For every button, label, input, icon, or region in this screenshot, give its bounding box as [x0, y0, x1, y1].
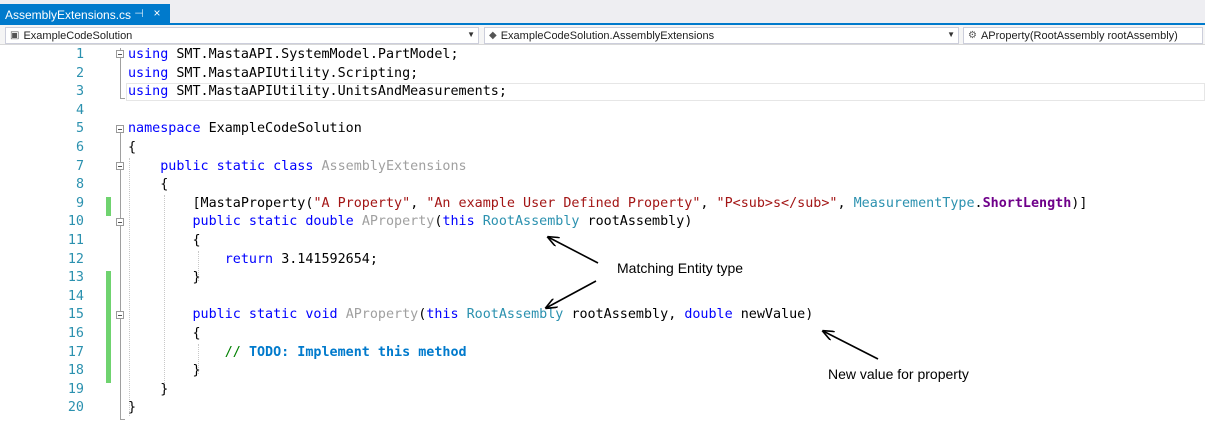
- arrow-to-getter-type: [548, 237, 599, 264]
- arrow-to-setter-type: [546, 280, 597, 308]
- arrow-to-new-value: [823, 331, 879, 360]
- annotation-arrows: [0, 0, 879, 360]
